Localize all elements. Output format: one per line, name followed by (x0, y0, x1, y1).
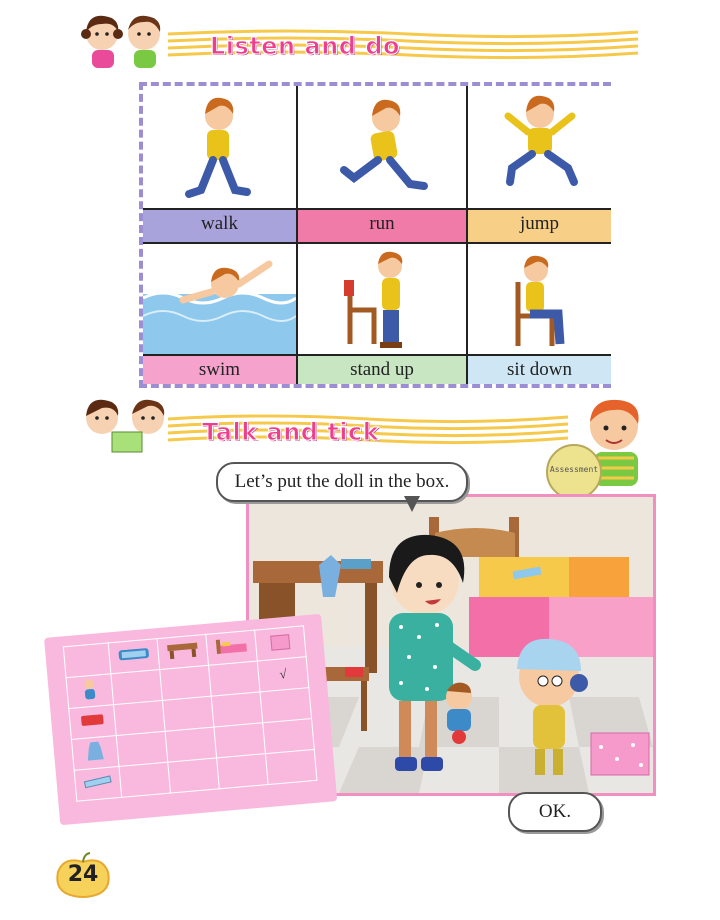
tick-cell[interactable] (113, 700, 166, 736)
speech-text-boy: OK. (538, 801, 572, 822)
tick-cell[interactable] (162, 696, 214, 732)
speech-bubble-girl: Let’s put the doll in the box. (216, 462, 468, 502)
speech-bubble-boy: OK. (508, 792, 602, 832)
tick-cell[interactable] (118, 762, 171, 798)
tick-cell[interactable] (159, 665, 212, 701)
row-icon-book (68, 704, 117, 740)
tick-cell[interactable] (216, 753, 269, 789)
tick-table-corner (63, 642, 111, 678)
action-label-stand-up: stand up (298, 356, 468, 384)
action-label-sit-down: sit down (468, 356, 611, 384)
action-picture-walk (143, 86, 298, 210)
column-icon-pencil-box (108, 638, 160, 674)
speech-bubble-girl-tail (404, 496, 420, 512)
tick-table-card: √ (44, 613, 338, 826)
column-icon-desk (156, 634, 209, 670)
action-picture-jump (468, 86, 611, 210)
column-icon-pink-box (254, 625, 307, 661)
tick-cell[interactable] (262, 718, 315, 754)
tick-cell[interactable] (208, 660, 261, 697)
row-icon-dress (71, 735, 119, 771)
tick-cell[interactable] (110, 669, 163, 705)
row-icon-doll (66, 673, 114, 709)
assessment-label: Assessment (549, 465, 599, 474)
column-icon-bed (205, 630, 258, 666)
action-label-swim: swim (143, 356, 298, 384)
page-number-apple: 24 (54, 852, 112, 898)
kids-listening-illustration (78, 12, 170, 70)
tick-cell[interactable] (260, 687, 312, 723)
action-picture-stand-up (298, 244, 468, 356)
section-title-listen: Listen and do (210, 32, 400, 61)
action-label-jump: jump (468, 210, 611, 242)
row-icon-ruler (74, 766, 122, 802)
tick-cell[interactable] (213, 722, 266, 758)
tick-table: √ (63, 625, 318, 802)
action-grid: walk run jump swim stand up sit down (139, 82, 611, 388)
action-label-run: run (298, 210, 468, 242)
speech-text-girl: Let’s put the doll in the box. (234, 471, 450, 492)
page-number: 24 (67, 862, 99, 887)
tick-cell[interactable] (211, 691, 263, 728)
tick-cell[interactable] (265, 749, 317, 785)
kids-reading-illustration (78, 396, 178, 456)
section-title-talk: Talk and tick (201, 418, 380, 447)
assessment-badge: Assessment (546, 444, 602, 500)
tick-cell[interactable] (165, 727, 217, 763)
action-picture-swim (142, 244, 298, 356)
tick-cell[interactable]: √ (257, 656, 309, 692)
action-picture-run (298, 86, 468, 210)
action-label-walk: walk (143, 210, 298, 242)
action-picture-sit-down (468, 244, 611, 356)
tick-cell[interactable] (167, 757, 220, 794)
tick-cell[interactable] (116, 731, 168, 767)
